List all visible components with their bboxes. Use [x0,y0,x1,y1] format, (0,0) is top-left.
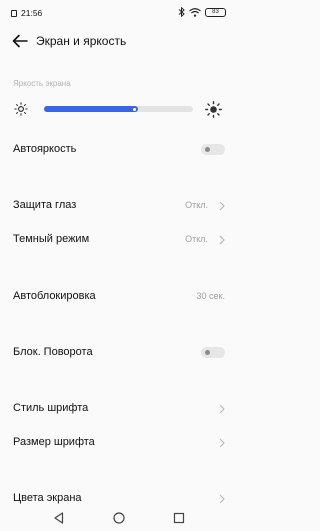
row-auto-lock[interactable]: Автоблокировка 30 сек. [0,284,238,310]
header: Экран и яркость [0,24,238,58]
auto-brightness-toggle[interactable] [201,144,225,155]
page-title: Экран и яркость [36,34,127,48]
font-style-label: Стиль шрифта [13,402,89,414]
home-circle-icon[interactable] [112,511,126,525]
recents-square-icon[interactable] [172,511,186,525]
system-nav-bar [0,506,238,531]
row-dark-mode[interactable]: Темный режим Откл. [0,227,238,253]
brightness-slider[interactable] [44,106,193,112]
rotation-lock-label: Блок. Поворота [13,346,93,358]
rotation-lock-toggle[interactable] [201,347,225,358]
brightness-slider-fill [44,106,138,112]
status-bar: 21:56 83 [0,0,238,22]
back-triangle-icon[interactable] [52,511,66,525]
dark-mode-label: Темный режим [13,233,90,245]
auto-lock-label: Автоблокировка [13,290,96,302]
auto-lock-value: 30 сек. [196,291,225,301]
row-auto-brightness[interactable]: Автояркость [0,137,238,163]
status-time: 21:56 [21,8,43,18]
auto-brightness-label: Автояркость [13,143,77,155]
eye-protection-label: Защита глаз [13,199,77,211]
eye-protection-value: Откл. [185,200,208,210]
bluetooth-icon [178,7,185,17]
toggle-knob [205,350,210,355]
row-font-size[interactable]: Размер шрифта [0,430,238,456]
dark-mode-value: Откл. [185,234,208,244]
chevron-right-icon [219,438,225,448]
screen-colors-label: Цвета экрана [13,492,82,504]
status-left: 21:56 [11,8,42,18]
arrow-left-icon[interactable] [11,32,29,50]
font-size-label: Размер шрифта [13,436,95,448]
row-eye-protection[interactable]: Защита глаз Откл. [0,193,238,219]
brightness-row [0,96,238,124]
chevron-right-icon [219,404,225,414]
row-font-style[interactable]: Стиль шрифта [0,396,238,422]
sun-large-icon [205,101,222,118]
chevron-right-icon [219,494,225,504]
sun-small-icon [14,102,28,116]
status-right: 83 [178,7,226,17]
notification-icon [11,9,17,17]
brightness-slider-thumb[interactable] [132,107,136,111]
chevron-right-icon [219,201,225,211]
section-label-brightness: Яркость экрана [13,79,71,88]
chevron-right-icon [219,235,225,245]
battery-icon: 83 [205,7,226,17]
toggle-knob [205,147,210,152]
wifi-icon [189,7,201,17]
row-rotation-lock[interactable]: Блок. Поворота [0,340,238,366]
